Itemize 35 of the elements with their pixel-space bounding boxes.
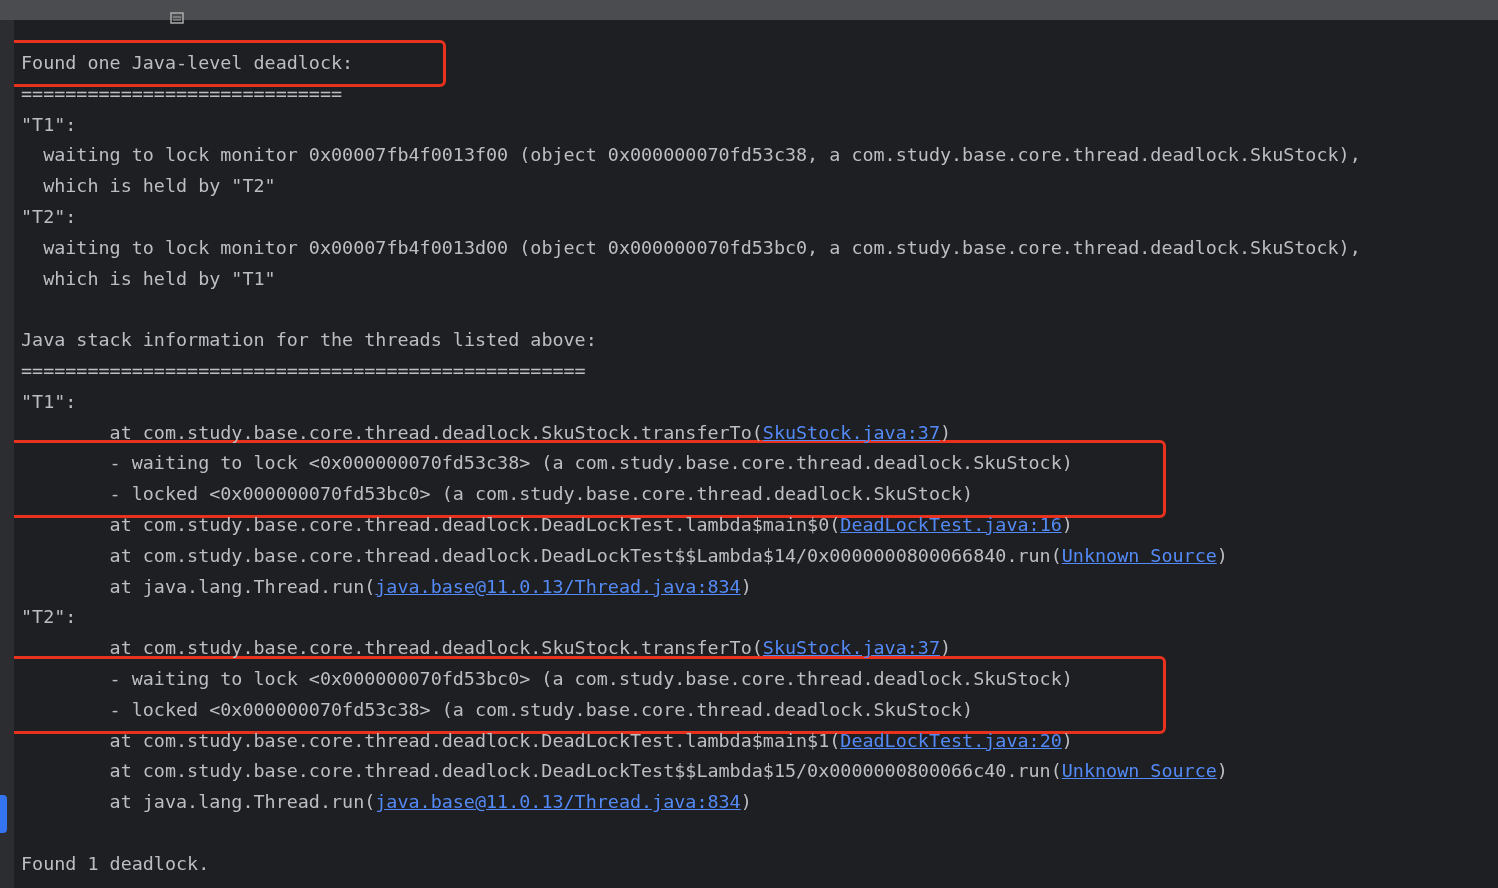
console-line: at java.lang.Thread.run(java.base@11.0.13/Thread.java:834): [109, 575, 752, 597]
document-icon[interactable]: [169, 12, 185, 24]
console-line: at com.study.base.core.thread.deadlock.DeadLockTest$$Lambda$15/0x0000000800066c40.run(Unknown Source): [109, 760, 1228, 782]
console-line: "T1":: [21, 390, 77, 412]
source-link[interactable]: DeadLockTest.java:16: [840, 513, 1062, 535]
console-line: Java stack information for the threads listed above:: [21, 329, 597, 351]
console-line: at java.lang.Thread.run(java.base@11.0.13/Thread.java:834): [109, 791, 752, 813]
console-line: - locked <0x000000070fd53bc0> (a com.study.base.core.thread.deadlock.SkuStock): [109, 483, 974, 505]
console-line: ===================================================: [21, 359, 586, 381]
source-link[interactable]: DeadLockTest.java:20: [840, 729, 1062, 751]
source-link[interactable]: SkuStock.java:37: [762, 421, 940, 443]
console-line: "T2":: [21, 206, 77, 227]
console-line: which is held by "T2": [43, 175, 276, 197]
console-line: Found 1 deadlock.: [21, 852, 210, 874]
source-link[interactable]: Unknown Source: [1061, 544, 1217, 566]
source-link[interactable]: SkuStock.java:37: [762, 637, 940, 659]
console-line: "T1":: [21, 113, 77, 135]
console-line: at com.study.base.core.thread.deadlock.SkuStock.transferTo(SkuStock.java:37): [109, 637, 952, 659]
scroll-marker: [0, 795, 7, 833]
console-line: - waiting to lock <0x000000070fd53bc0> (a com.study.base.core.thread.deadlock.SkuStock): [109, 667, 1073, 689]
console-line: - waiting to lock <0x000000070fd53c38> (a com.study.base.core.thread.deadlock.SkuStock): [109, 452, 1073, 474]
console-line: waiting to lock monitor 0x00007fb4f0013d00 (object 0x000000070fd53bc0, a com.study.base.core.thread.deadlock.SkuStock),: [43, 236, 1361, 258]
console-line: which is held by "T1": [43, 267, 276, 289]
source-link[interactable]: Unknown Source: [1061, 760, 1217, 782]
console-line: at com.study.base.core.thread.deadlock.DeadLockTest$$Lambda$14/0x0000000800066840.run(Unknown Source): [109, 544, 1228, 566]
console-line: at com.study.base.core.thread.deadlock.DeadLockTest.lambda$main$1(DeadLockTest.java:20): [109, 729, 1073, 751]
source-link[interactable]: java.base@11.0.13/Thread.java:834: [375, 791, 741, 813]
console-line: "T2":: [21, 606, 77, 628]
console-line: at com.study.base.core.thread.deadlock.SkuStock.transferTo(SkuStock.java:37): [109, 421, 952, 443]
source-link[interactable]: java.base@11.0.13/Thread.java:834: [375, 575, 741, 597]
console-line: at com.study.base.core.thread.deadlock.DeadLockTest.lambda$main$0(DeadLockTest.java:16): [109, 513, 1073, 535]
console-line: Found one Java-level deadlock:: [21, 52, 354, 73]
console-line: - locked <0x000000070fd53c38> (a com.study.base.core.thread.deadlock.SkuStock): [109, 698, 974, 720]
console-line: =============================: [21, 82, 343, 104]
console-line: waiting to lock monitor 0x00007fb4f0013f00 (object 0x000000070fd53c38, a com.study.base.core.thread.deadlock.SkuStock),: [43, 144, 1361, 166]
